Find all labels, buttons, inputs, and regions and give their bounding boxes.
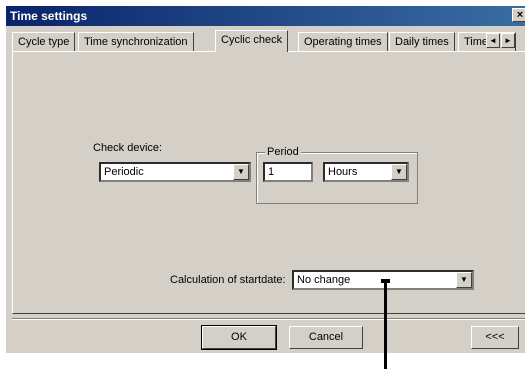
startdate-label: Calculation of startdate: [170,274,286,286]
dialog-title: Time settings [10,9,88,23]
ok-button[interactable]: OK [201,325,277,350]
check-device-value: Periodic [104,166,144,178]
tab-time-synchronization[interactable]: Time synchronization [78,32,194,51]
tab-cyclic-check[interactable]: Cyclic check [215,30,289,52]
callout-line [384,280,387,369]
close-button[interactable]: × [512,8,525,22]
period-unit-select[interactable]: Hours ▼ [323,162,409,182]
period-amount-input[interactable]: 1 [263,162,313,182]
period-amount-value: 1 [268,166,275,178]
tab-strip: Cycle type Time synchronization Cyclic c… [12,30,525,52]
dropdown-arrow-icon[interactable]: ▼ [233,164,249,180]
dropdown-arrow-icon[interactable]: ▼ [456,272,472,288]
tab-scroll-left-icon[interactable]: ◄ [486,33,500,48]
collapse-button[interactable]: <<< [471,326,519,349]
tab-daily-times[interactable]: Daily times [389,32,455,51]
check-device-label: Check device: [93,142,163,154]
title-bar[interactable]: Time settings × [6,6,525,26]
dropdown-arrow-icon[interactable]: ▼ [391,164,407,180]
button-separator [12,318,525,320]
time-settings-dialog: Time settings × Cycle type Time synchron… [5,5,525,353]
cancel-button[interactable]: Cancel [289,326,363,349]
tab-operating-times[interactable]: Operating times [298,32,388,51]
period-unit-value: Hours [328,166,358,178]
tab-scroll-right-icon[interactable]: ► [501,33,515,48]
startdate-value: No change [297,274,351,286]
tab-cycle-type[interactable]: Cycle type [12,32,76,51]
check-device-select[interactable]: Periodic ▼ [99,162,251,182]
period-legend: Period [265,146,301,158]
